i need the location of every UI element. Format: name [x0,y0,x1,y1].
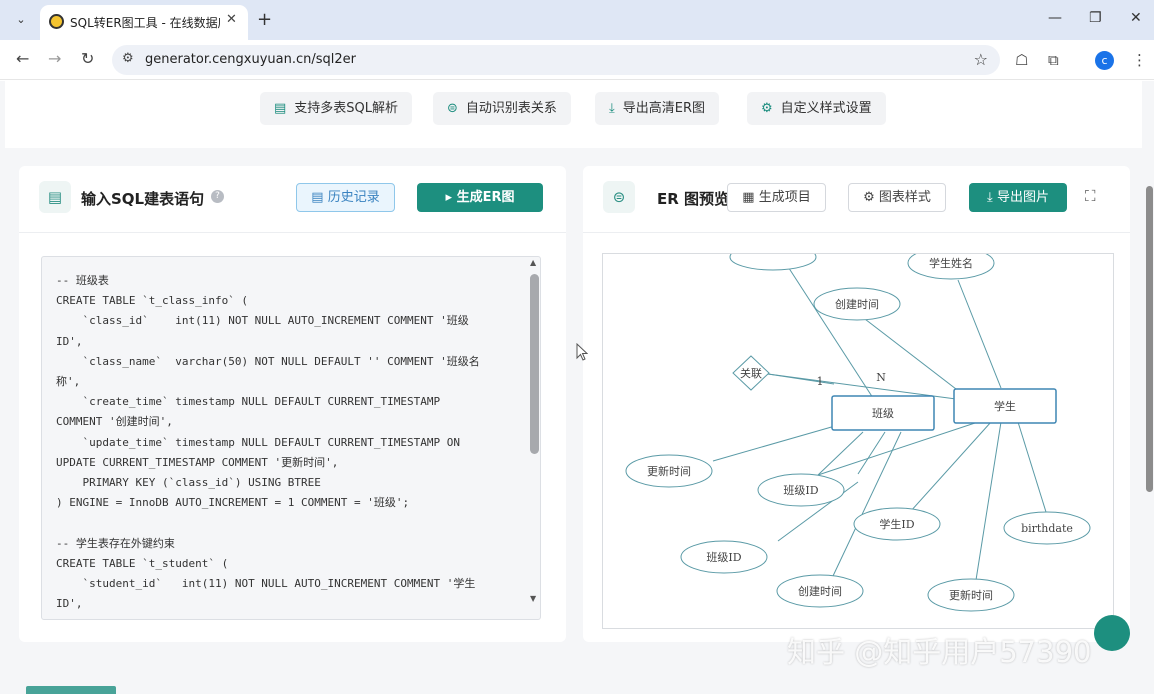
account-icon[interactable]: ☖ [1015,51,1028,69]
feature-auto-relation: ⊜ 自动识别表关系 [433,92,571,125]
attr-create-time[interactable]: 创建时间 [835,297,879,311]
menu-kebab-icon[interactable]: ⋮ [1132,51,1147,69]
document-icon: ▤ [274,101,287,116]
document-icon: ▤ [39,181,71,213]
link-icon: ⊜ [603,181,635,213]
page-content: ▤ 支持多表SQL解析 ⊜ 自动识别表关系 ⤓ 导出高清ER图 ⚙ 自定义样式设置 ▤ … [0,81,1154,694]
download-icon: ⤓ [609,101,615,116]
url-text[interactable]: generator.cengxuyuan.cn/sql2er [145,52,356,67]
gear-icon: ⚙ [761,101,773,116]
cardinality-n: N [876,371,886,384]
sql-input-panel: ▤ 输入SQL建表语句 ? ▤ 历史记录 ▸ 生成ER图 -- 班级表 CREA… [19,166,566,642]
grid-icon: ▦ [742,190,759,205]
attr-birthdate[interactable]: birthdate [1021,522,1073,535]
export-image-button[interactable]: ⤓ 导出图片 [969,183,1067,212]
feature-strip: ▤ 支持多表SQL解析 ⊜ 自动识别表关系 ⤓ 导出高清ER图 ⚙ 自定义样式设置 [5,81,1142,148]
history-icon: ▤ [311,190,328,205]
entity-class[interactable]: 班级 [872,407,894,420]
attr-student-create-time[interactable]: 创建时间 [798,584,842,598]
tab-search-icon[interactable]: ⌄ [10,10,32,30]
tab-title: SQL转ER图工具 - 在线数据库设 [70,16,220,30]
help-icon[interactable]: ? [211,190,224,203]
play-icon: ▸ [445,190,457,205]
fullscreen-icon[interactable]: ⛶ [1085,187,1096,205]
link-icon: ⊜ [447,101,458,116]
attr-student-update-time[interactable]: 更新时间 [949,588,993,602]
attr-student-name[interactable]: 学生姓名 [929,256,973,270]
divider [583,232,1130,233]
er-diagram: 班级 学生 关联 1 N 学生姓名 创建时间 更新时间 班级ID 学生ID bi… [625,254,1091,612]
gear-icon: ⚙ [863,190,879,205]
forward-icon[interactable]: → [48,49,61,68]
download-icon: ⤓ [987,190,997,205]
page-scrollbar[interactable] [1146,186,1153,492]
generate-er-button[interactable]: ▸ 生成ER图 [417,183,543,212]
browser-tab-bar: ⌄ SQL转ER图工具 - 在线数据库设 ✕ + — ❐ ✕ [0,0,1154,40]
sql-code-text[interactable]: -- 班级表 CREATE TABLE `t_class_info` ( `cl… [56,271,518,614]
cardinality-one: 1 [817,375,824,388]
window-close-icon[interactable]: ✕ [1130,10,1142,26]
browser-tab[interactable]: SQL转ER图工具 - 在线数据库设 ✕ [40,5,248,40]
new-tab-icon[interactable]: + [257,9,272,30]
scroll-up-icon[interactable]: ▲ [530,258,536,267]
address-bar[interactable]: ⚙ generator.cengxuyuan.cn/sql2er ☆ [112,45,1000,75]
browser-toolbar: ← → ↻ ⚙ generator.cengxuyuan.cn/sql2er ☆… [0,40,1154,80]
feature-custom-style: ⚙ 自定义样式设置 [747,92,886,125]
site-info-icon[interactable]: ⚙ [122,51,134,66]
back-icon[interactable]: ← [16,49,29,68]
relation-label[interactable]: 关联 [740,366,762,380]
er-preview-panel: ⊜ ER 图预览 ▦ 生成项目 ⚙ 图表样式 ⤓ 导出图片 ⛶ 班级 学生 关联… [583,166,1130,642]
watermark-text: 知乎 @知乎用户57390 [787,635,1092,669]
mouse-cursor-icon [576,343,588,361]
reload-icon[interactable]: ↻ [81,49,94,68]
divider [19,232,566,233]
site-favicon-icon [49,14,64,29]
history-button[interactable]: ▤ 历史记录 [296,183,395,212]
editor-scrollbar[interactable] [530,274,539,454]
attr-class-id[interactable]: 班级ID [783,484,818,497]
er-diagram-canvas[interactable]: 班级 学生 关联 1 N 学生姓名 创建时间 更新时间 班级ID 学生ID bi… [602,253,1114,629]
sql-editor[interactable]: -- 班级表 CREATE TABLE `t_class_info` ( `cl… [41,256,541,620]
attr-update-time[interactable]: 更新时间 [647,464,691,478]
sql-panel-title: 输入SQL建表语句 [81,190,205,208]
floating-help-button[interactable] [1094,615,1130,651]
profile-avatar[interactable]: c [1095,51,1114,70]
minimize-icon[interactable]: — [1048,10,1062,26]
attr-student-id[interactable]: 学生ID [879,517,914,531]
section-accent [26,686,116,694]
feature-multi-sql: ▤ 支持多表SQL解析 [260,92,413,125]
chart-style-button[interactable]: ⚙ 图表样式 [848,183,946,212]
close-tab-icon[interactable]: ✕ [226,12,237,27]
er-panel-title: ER 图预览 [657,190,730,208]
attr-student-class-id[interactable]: 班级ID [706,551,741,564]
feature-export-hd: ⤓ 导出高清ER图 [595,92,719,125]
generate-project-button[interactable]: ▦ 生成项目 [727,183,826,212]
bookmark-star-icon[interactable]: ☆ [974,50,988,69]
restore-icon[interactable]: ❐ [1089,10,1102,26]
scroll-down-icon[interactable]: ▼ [530,594,536,603]
extensions-icon[interactable]: ⧉ [1048,51,1059,69]
entity-student[interactable]: 学生 [994,399,1016,413]
